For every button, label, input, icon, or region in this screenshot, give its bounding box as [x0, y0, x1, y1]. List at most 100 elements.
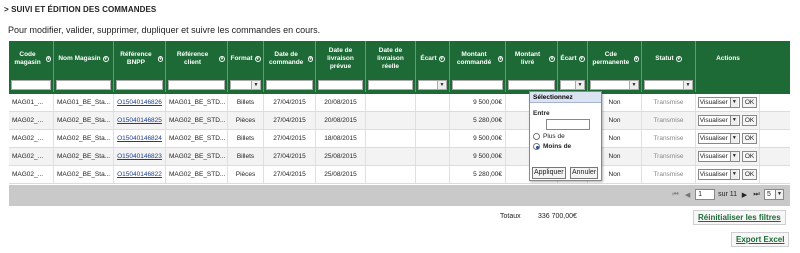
cell-ref-bnpp[interactable]: O15040146825 — [114, 112, 166, 129]
cell-ref-bnpp[interactable]: O15040146824 — [114, 130, 166, 147]
table-row[interactable]: MAG02_... MAG02_BE_Sta... O15040146823 MAG0… — [9, 148, 790, 166]
cell-nom: MAG02_BE_Sta... — [54, 112, 114, 129]
column-header-label: Date de livraison réelle — [377, 46, 404, 71]
sort-icon[interactable]: ▾ — [675, 56, 682, 62]
column-header[interactable]: Nom Magasin ▾ — [54, 41, 114, 77]
filter-cell — [696, 77, 760, 92]
filter-cell — [366, 77, 416, 92]
filter-cell — [264, 77, 316, 92]
cell-format: Pièces — [228, 112, 264, 129]
filter-select[interactable]: ▼ — [418, 79, 447, 90]
sort-icon[interactable]: ▾ — [308, 56, 313, 62]
action-select[interactable]: Visualiser ▼ — [697, 115, 740, 126]
sort-icon[interactable]: ▾ — [46, 56, 51, 62]
ok-button[interactable]: OK — [741, 115, 758, 126]
chevron-down-icon: ▼ — [729, 152, 738, 161]
grid-body: MAG01_... MAG01_BE_Sta... O15040146826 MAG0… — [9, 94, 790, 184]
column-header[interactable]: Code magasin ▾ — [9, 41, 54, 77]
column-header[interactable]: Référence client ▾ — [166, 41, 228, 77]
prev-page-button[interactable]: ◀ — [683, 191, 692, 199]
action-select[interactable]: Visualiser ▼ — [697, 133, 740, 144]
next-page-button[interactable]: ▶ — [740, 191, 749, 199]
column-header[interactable]: Date de commande ▾ — [264, 41, 316, 77]
column-header[interactable]: Cde permanente ▾ — [588, 41, 642, 77]
filter-cell: ▼ — [642, 77, 696, 92]
cell-actions: Visualiser ▼ OK — [696, 112, 760, 129]
page-size-select[interactable]: 5 ▼ — [764, 189, 784, 200]
section-title: > SUIVI ET ÉDITION DES COMMANDES — [4, 5, 157, 14]
column-header-label: Écart — [560, 54, 577, 62]
cancel-button[interactable]: Annuler — [570, 167, 599, 179]
chevron-down-icon: ▼ — [437, 80, 446, 89]
cell-nom: MAG02_BE_Sta... — [54, 148, 114, 165]
sort-icon[interactable]: ▾ — [578, 56, 585, 62]
chevron-down-icon: ▼ — [729, 116, 738, 125]
radio-plus-de[interactable]: Plus de — [533, 133, 565, 140]
column-header[interactable]: Format ▾ — [228, 41, 264, 77]
filter-input[interactable] — [452, 79, 503, 90]
ok-button[interactable]: OK — [741, 97, 758, 108]
sort-icon[interactable]: ▾ — [219, 56, 225, 62]
filter-input[interactable] — [11, 79, 51, 90]
column-header[interactable]: Montant livré ▾ — [506, 41, 558, 77]
ok-button[interactable]: OK — [741, 151, 758, 162]
filter-select[interactable]: ▼ — [560, 79, 585, 90]
sort-icon[interactable]: ▾ — [549, 56, 555, 62]
ok-button[interactable]: OK — [741, 133, 758, 144]
sort-icon[interactable]: ▾ — [254, 56, 261, 62]
reset-filters-button[interactable]: Réinitialiser les filtres — [693, 210, 786, 225]
filter-cell: ▼ — [588, 77, 642, 92]
filter-select[interactable]: ▼ — [590, 79, 639, 90]
sort-icon[interactable]: ▾ — [438, 56, 445, 62]
filter-input[interactable] — [56, 79, 111, 90]
cell-ref-bnpp[interactable]: O15040146823 — [114, 148, 166, 165]
filter-cell — [9, 77, 54, 92]
column-header[interactable]: Montant commandé ▾ — [450, 41, 506, 77]
cell-code: MAG02_... — [9, 130, 54, 147]
sort-icon[interactable]: ▾ — [157, 56, 163, 62]
cell-format: Pièces — [228, 166, 264, 183]
filter-input[interactable] — [266, 79, 313, 90]
filter-input[interactable] — [168, 79, 225, 90]
column-header-label: Date de livraison prévue — [327, 46, 354, 71]
column-header[interactable]: Statut ▾ — [642, 41, 696, 77]
export-excel-button[interactable]: Export Excel — [731, 232, 790, 247]
table-row[interactable]: MAG01_... MAG01_BE_Sta... O15040146826 MAG0… — [9, 94, 790, 112]
action-select[interactable]: Visualiser ▼ — [697, 151, 740, 162]
sort-icon[interactable]: ▾ — [633, 56, 639, 62]
column-header: Actions — [696, 41, 760, 77]
chevron-down-icon: ▼ — [729, 98, 738, 107]
cell-ref-client: MAG01_BE_STD... — [166, 94, 228, 111]
filter-input[interactable] — [116, 79, 163, 90]
popup-amount-input[interactable] — [546, 119, 590, 130]
column-header-label: Actions — [716, 54, 740, 62]
column-header-label: Montant livré — [514, 50, 541, 66]
sort-icon[interactable]: ▾ — [102, 56, 109, 62]
action-select[interactable]: Visualiser ▼ — [697, 97, 740, 108]
cell-ref-bnpp[interactable]: O15040146822 — [114, 166, 166, 183]
radio-moins-de[interactable]: Moins de — [533, 143, 571, 150]
column-header[interactable]: Écart ▾ — [416, 41, 450, 77]
popup-between-label: Entre — [533, 110, 550, 117]
apply-button[interactable]: Appliquer — [532, 167, 566, 179]
table-row[interactable]: MAG02_... MAG02_BE_Sta... O15040146824 MAG0… — [9, 130, 790, 148]
totals-label: Totaux — [500, 213, 521, 220]
action-select[interactable]: Visualiser ▼ — [697, 169, 740, 180]
table-row[interactable]: MAG02_... MAG02_BE_Sta... O15040146825 MAG0… — [9, 112, 790, 130]
sort-icon[interactable]: ▾ — [498, 56, 503, 62]
page-number-input[interactable]: 1 — [695, 189, 716, 200]
cell-ref-bnpp[interactable]: O15040146826 — [114, 94, 166, 111]
last-page-button[interactable]: ⏭ — [752, 191, 761, 199]
filter-select[interactable]: ▼ — [644, 79, 693, 90]
filter-select[interactable]: ▼ — [230, 79, 261, 90]
ok-button[interactable]: OK — [741, 169, 758, 180]
first-page-button[interactable]: ⏮ — [671, 191, 680, 199]
filter-input[interactable] — [368, 79, 413, 90]
filter-input[interactable] — [318, 79, 363, 90]
cell-date-prevue: 18/08/2015 — [316, 130, 366, 147]
cell-date-reelle — [366, 94, 416, 111]
column-header[interactable]: Référence BNPP ▾ — [114, 41, 166, 77]
column-header[interactable]: Écart ▾ — [558, 41, 588, 77]
table-row[interactable]: MAG02_... MAG02_BE_Sta... O15040146822 MAG0… — [9, 166, 790, 184]
filter-input[interactable] — [508, 79, 555, 90]
